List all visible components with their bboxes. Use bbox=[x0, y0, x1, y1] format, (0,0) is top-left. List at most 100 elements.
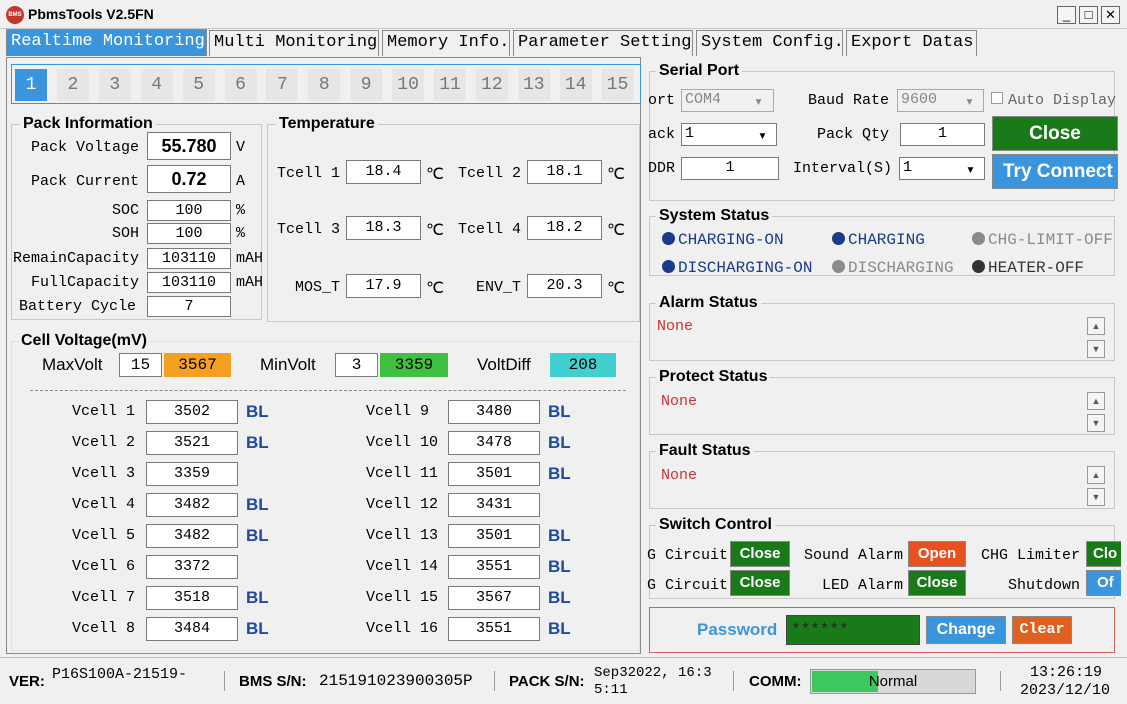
pack-tab-14[interactable]: 14 bbox=[559, 69, 592, 101]
tab-parameter-setting[interactable]: Parameter Setting bbox=[513, 30, 693, 56]
pack-qty-input[interactable]: 1 bbox=[900, 123, 985, 146]
comm-progress-bar: Normal bbox=[810, 669, 976, 694]
system-status-label: CHG-LIMIT-OFF bbox=[988, 231, 1113, 249]
pack-current-unit: A bbox=[236, 173, 246, 190]
max-volt-value: 3567 bbox=[164, 353, 231, 377]
status-date: 2023/12/10 bbox=[1020, 682, 1111, 699]
cell-voltage-value: 3480 bbox=[448, 400, 540, 424]
pack-tab-5[interactable]: 5 bbox=[182, 69, 215, 101]
fault-scroll-down-icon[interactable]: ▼ bbox=[1087, 488, 1105, 506]
protect-status-value: None bbox=[661, 393, 698, 410]
status-dot-icon bbox=[832, 260, 845, 273]
pack-tab-4[interactable]: 4 bbox=[140, 69, 173, 101]
pack-tab-10[interactable]: 10 bbox=[392, 69, 425, 101]
battery-cycle-value: 7 bbox=[147, 296, 231, 317]
alarm-status-group: Alarm Status None ▲ ▼ bbox=[649, 294, 1115, 361]
pack-sn-label: PACK S/N: bbox=[509, 673, 585, 690]
try-connect-button[interactable]: Try Connect bbox=[992, 154, 1118, 189]
separator bbox=[494, 671, 495, 691]
pack-tab-11[interactable]: 11 bbox=[434, 69, 466, 101]
mos-t-unit: ℃ bbox=[426, 280, 444, 298]
tab-multi-monitoring[interactable]: Multi Monitoring bbox=[209, 30, 379, 56]
tab-memory-info[interactable]: Memory Info. bbox=[382, 30, 510, 56]
change-password-button[interactable]: Change bbox=[926, 616, 1006, 644]
protect-status-title: Protect Status bbox=[656, 368, 771, 386]
min-volt-index: 3 bbox=[335, 353, 378, 377]
env-t-label: ENV_T bbox=[476, 279, 522, 296]
circuit-1-close-button[interactable]: Close bbox=[730, 541, 790, 567]
pack-tab-13[interactable]: 13 bbox=[517, 69, 550, 101]
shutdown-button[interactable]: Of bbox=[1086, 570, 1121, 596]
pack-tab-12[interactable]: 12 bbox=[475, 69, 508, 101]
serial-port-group: Serial Port ort COM4 ▾ Baud Rate 9600 ▾ … bbox=[648, 62, 1118, 201]
address-input[interactable]: 1 bbox=[681, 157, 779, 180]
cell-voltage-label: Vcell 8 bbox=[72, 620, 136, 637]
minimize-button[interactable]: _ bbox=[1057, 6, 1076, 24]
cell-voltage-value: 3482 bbox=[146, 493, 238, 517]
status-dot-icon bbox=[832, 232, 845, 245]
tcell4-unit: ℃ bbox=[607, 222, 625, 240]
fault-scroll-up-icon[interactable]: ▲ bbox=[1087, 466, 1105, 484]
cell-voltage-value: 3372 bbox=[146, 555, 238, 579]
cell-voltage-label: Vcell 1 bbox=[72, 403, 136, 420]
main-tabs: Realtime Monitoring Multi Monitoring Mem… bbox=[6, 29, 1121, 56]
status-time: 13:26:19 bbox=[1030, 664, 1103, 681]
mos-t-label: MOS_T bbox=[295, 279, 341, 296]
status-dot-icon bbox=[662, 260, 675, 273]
pack-tab-7[interactable]: 7 bbox=[266, 69, 299, 101]
balance-indicator: BL bbox=[548, 619, 571, 638]
pack-tab-3[interactable]: 3 bbox=[98, 69, 131, 101]
tab-export-datas[interactable]: Export Datas bbox=[846, 30, 977, 56]
balance-indicator: BL bbox=[246, 588, 269, 607]
circuit-2-close-button[interactable]: Close bbox=[730, 570, 790, 596]
full-capacity-label: FullCapacity bbox=[31, 274, 140, 291]
pack-tab-2[interactable]: 2 bbox=[56, 69, 89, 101]
pack-tab-6[interactable]: 6 bbox=[224, 69, 257, 101]
cell-voltage-label: Vcell 14 bbox=[366, 558, 439, 575]
pack-tab-9[interactable]: 9 bbox=[350, 69, 383, 101]
tcell4-label: Tcell 4 bbox=[458, 221, 522, 238]
system-status-item: DISCHARGING bbox=[832, 259, 954, 277]
pack-qty-label: Pack Qty bbox=[817, 126, 890, 143]
sound-alarm-label: Sound Alarm bbox=[804, 547, 904, 564]
pack-tab-15[interactable]: 15 bbox=[601, 69, 634, 101]
balance-indicator: BL bbox=[246, 619, 269, 638]
password-input[interactable]: ****** bbox=[786, 615, 920, 645]
pack-tab-8[interactable]: 8 bbox=[308, 69, 341, 101]
tcell1-value: 18.4 bbox=[346, 160, 421, 184]
led-alarm-close-button[interactable]: Close bbox=[908, 570, 966, 596]
cell-voltage-label: Vcell 10 bbox=[366, 434, 439, 451]
cell-voltage-value: 3482 bbox=[146, 524, 238, 548]
auto-display-checkbox[interactable] bbox=[991, 92, 1003, 104]
cell-voltage-value: 3551 bbox=[448, 555, 540, 579]
chg-limiter-label: CHG Limiter bbox=[981, 547, 1081, 564]
clear-password-button[interactable]: Clear bbox=[1012, 616, 1072, 644]
alarm-scroll-up-icon[interactable]: ▲ bbox=[1087, 317, 1105, 335]
cell-voltage-label: Vcell 9 bbox=[366, 403, 430, 420]
balance-indicator: BL bbox=[548, 588, 571, 607]
status-dot-icon bbox=[662, 232, 675, 245]
serial-close-button[interactable]: Close bbox=[992, 116, 1118, 151]
serial-port-title: Serial Port bbox=[656, 62, 743, 80]
maximize-button[interactable]: □ bbox=[1079, 6, 1098, 24]
switch-control-title: Switch Control bbox=[656, 516, 775, 534]
switch-control-group: Switch Control G Circuit Close Sound Ala… bbox=[647, 516, 1121, 599]
pack-voltage-unit: V bbox=[236, 139, 246, 156]
tab-system-config[interactable]: System Config. bbox=[696, 30, 844, 56]
system-status-item: HEATER-OFF bbox=[972, 259, 1084, 277]
remain-capacity-unit: mAH bbox=[236, 250, 264, 267]
tab-realtime-monitoring[interactable]: Realtime Monitoring bbox=[6, 29, 207, 56]
fault-status-title: Fault Status bbox=[656, 442, 754, 460]
protect-scroll-down-icon[interactable]: ▼ bbox=[1087, 414, 1105, 432]
tcell2-label: Tcell 2 bbox=[458, 165, 522, 182]
chg-limiter-button[interactable]: Clo bbox=[1086, 541, 1121, 567]
cell-voltage-label: Vcell 2 bbox=[72, 434, 136, 451]
sound-alarm-open-button[interactable]: Open bbox=[908, 541, 966, 567]
bms-sn-label: BMS S/N: bbox=[239, 673, 307, 690]
alarm-scroll-down-icon[interactable]: ▼ bbox=[1087, 340, 1105, 358]
protect-scroll-up-icon[interactable]: ▲ bbox=[1087, 392, 1105, 410]
close-window-button[interactable]: ✕ bbox=[1101, 6, 1120, 24]
soh-label: SOH bbox=[112, 225, 140, 242]
pack-tab-1[interactable]: 1 bbox=[15, 69, 47, 101]
balance-indicator: BL bbox=[246, 495, 269, 514]
